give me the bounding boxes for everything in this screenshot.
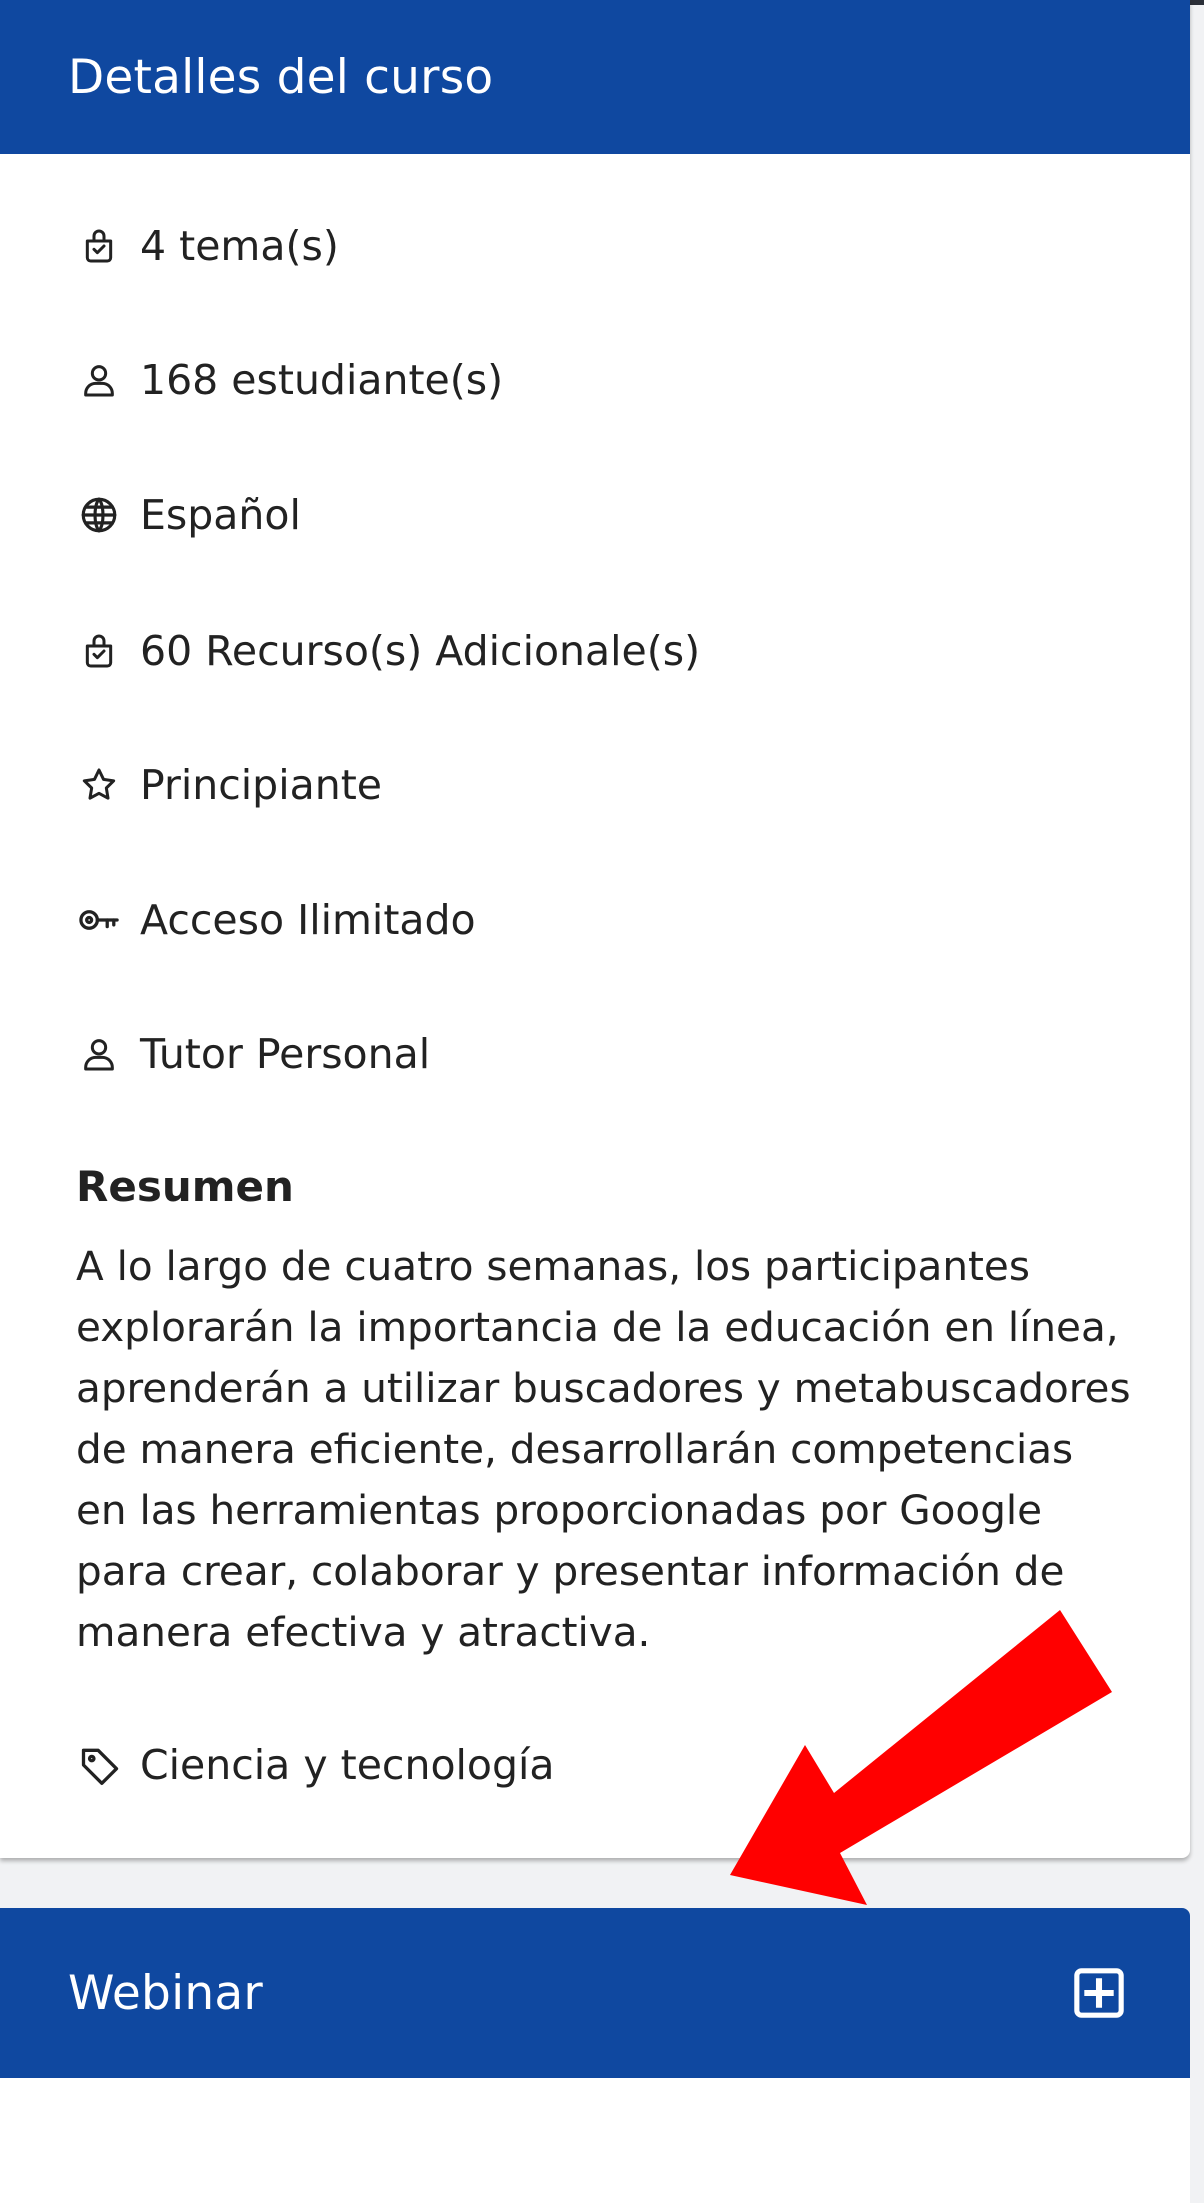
- detail-resources: 60 Recurso(s) Adicionale(s): [76, 621, 700, 681]
- category-tag-text[interactable]: Ciencia y tecnología: [140, 1741, 555, 1789]
- detail-access: Acceso Ilimitado: [76, 890, 476, 950]
- tag-icon: [76, 1741, 124, 1789]
- course-details-card: Detalles del curso 4 tema(s) 168 estudia…: [0, 0, 1190, 1858]
- globe-icon: [76, 492, 122, 538]
- detail-students: 168 estudiante(s): [76, 350, 503, 410]
- detail-language-text: Español: [140, 491, 301, 539]
- person-icon: [76, 1031, 122, 1077]
- webinar-card: Webinar: [0, 1908, 1190, 2203]
- star-icon: [76, 762, 122, 808]
- detail-resources-text: 60 Recurso(s) Adicionale(s): [140, 627, 701, 675]
- category-tag[interactable]: Ciencia y tecnología: [76, 1735, 555, 1795]
- course-details-title: Detalles del curso: [68, 49, 494, 105]
- lesson-icon: [76, 628, 122, 674]
- lesson-icon: [76, 223, 122, 269]
- person-icon: [76, 357, 122, 403]
- detail-access-text: Acceso Ilimitado: [140, 896, 476, 944]
- key-icon: [76, 897, 122, 943]
- detail-level: Principiante: [76, 755, 382, 815]
- plus-square-icon[interactable]: [1070, 1964, 1128, 2022]
- detail-tutor-text: Tutor Personal: [140, 1030, 431, 1078]
- summary-title: Resumen: [76, 1162, 294, 1211]
- detail-tutor: Tutor Personal: [76, 1024, 430, 1084]
- summary-text: A lo largo de cuatro semanas, los partic…: [76, 1242, 1131, 1656]
- course-details-header: Detalles del curso: [0, 0, 1190, 154]
- detail-topics: 4 tema(s): [76, 216, 339, 276]
- detail-language: Español: [76, 485, 301, 545]
- webinar-title: Webinar: [68, 1965, 263, 2021]
- detail-topics-text: 4 tema(s): [140, 222, 339, 270]
- detail-students-text: 168 estudiante(s): [140, 356, 504, 404]
- detail-level-text: Principiante: [140, 761, 382, 809]
- webinar-header[interactable]: Webinar: [0, 1908, 1190, 2078]
